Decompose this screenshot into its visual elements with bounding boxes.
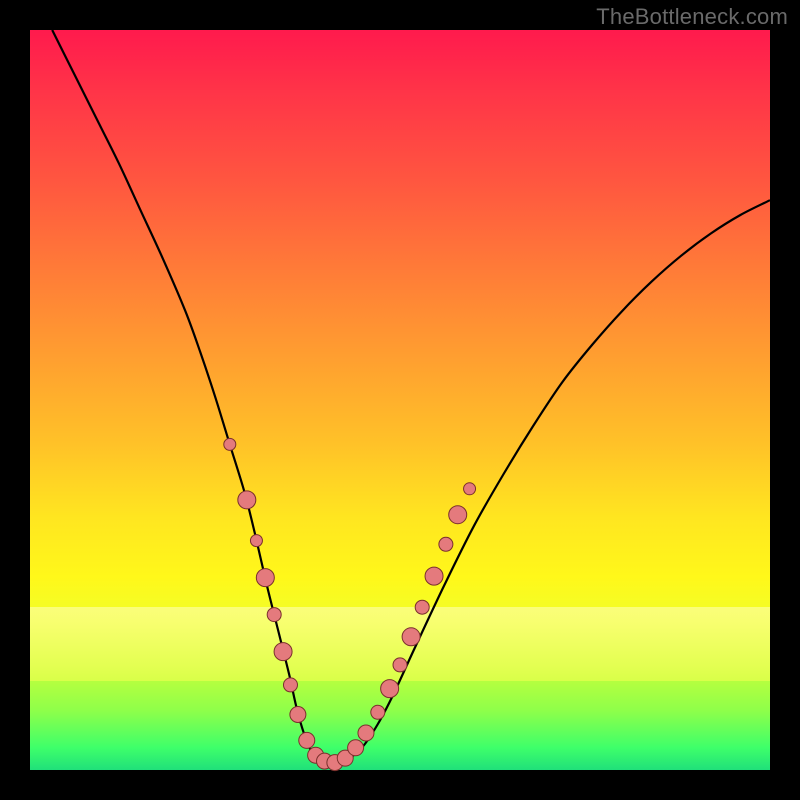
highlight-dot	[381, 680, 399, 698]
highlight-dot	[439, 537, 453, 551]
highlight-dot	[267, 608, 281, 622]
highlight-dot	[290, 707, 306, 723]
highlight-dot	[371, 705, 385, 719]
bottleneck-curve	[52, 30, 770, 763]
highlight-dot	[425, 567, 443, 585]
highlight-dot	[449, 506, 467, 524]
highlight-dot	[283, 678, 297, 692]
highlight-dot	[274, 643, 292, 661]
highlight-dot	[250, 535, 262, 547]
chart-overlay	[30, 30, 770, 770]
highlight-dot	[415, 600, 429, 614]
highlight-dot	[238, 491, 256, 509]
highlight-dot	[224, 438, 236, 450]
highlight-dots-group	[224, 438, 476, 770]
highlight-dot	[464, 483, 476, 495]
highlight-dot	[402, 628, 420, 646]
chart-frame: TheBottleneck.com	[0, 0, 800, 800]
highlight-dot	[358, 725, 374, 741]
watermark-text: TheBottleneck.com	[596, 4, 788, 30]
highlight-dot	[299, 732, 315, 748]
highlight-dot	[393, 658, 407, 672]
highlight-dot	[348, 740, 364, 756]
highlight-dot	[256, 569, 274, 587]
